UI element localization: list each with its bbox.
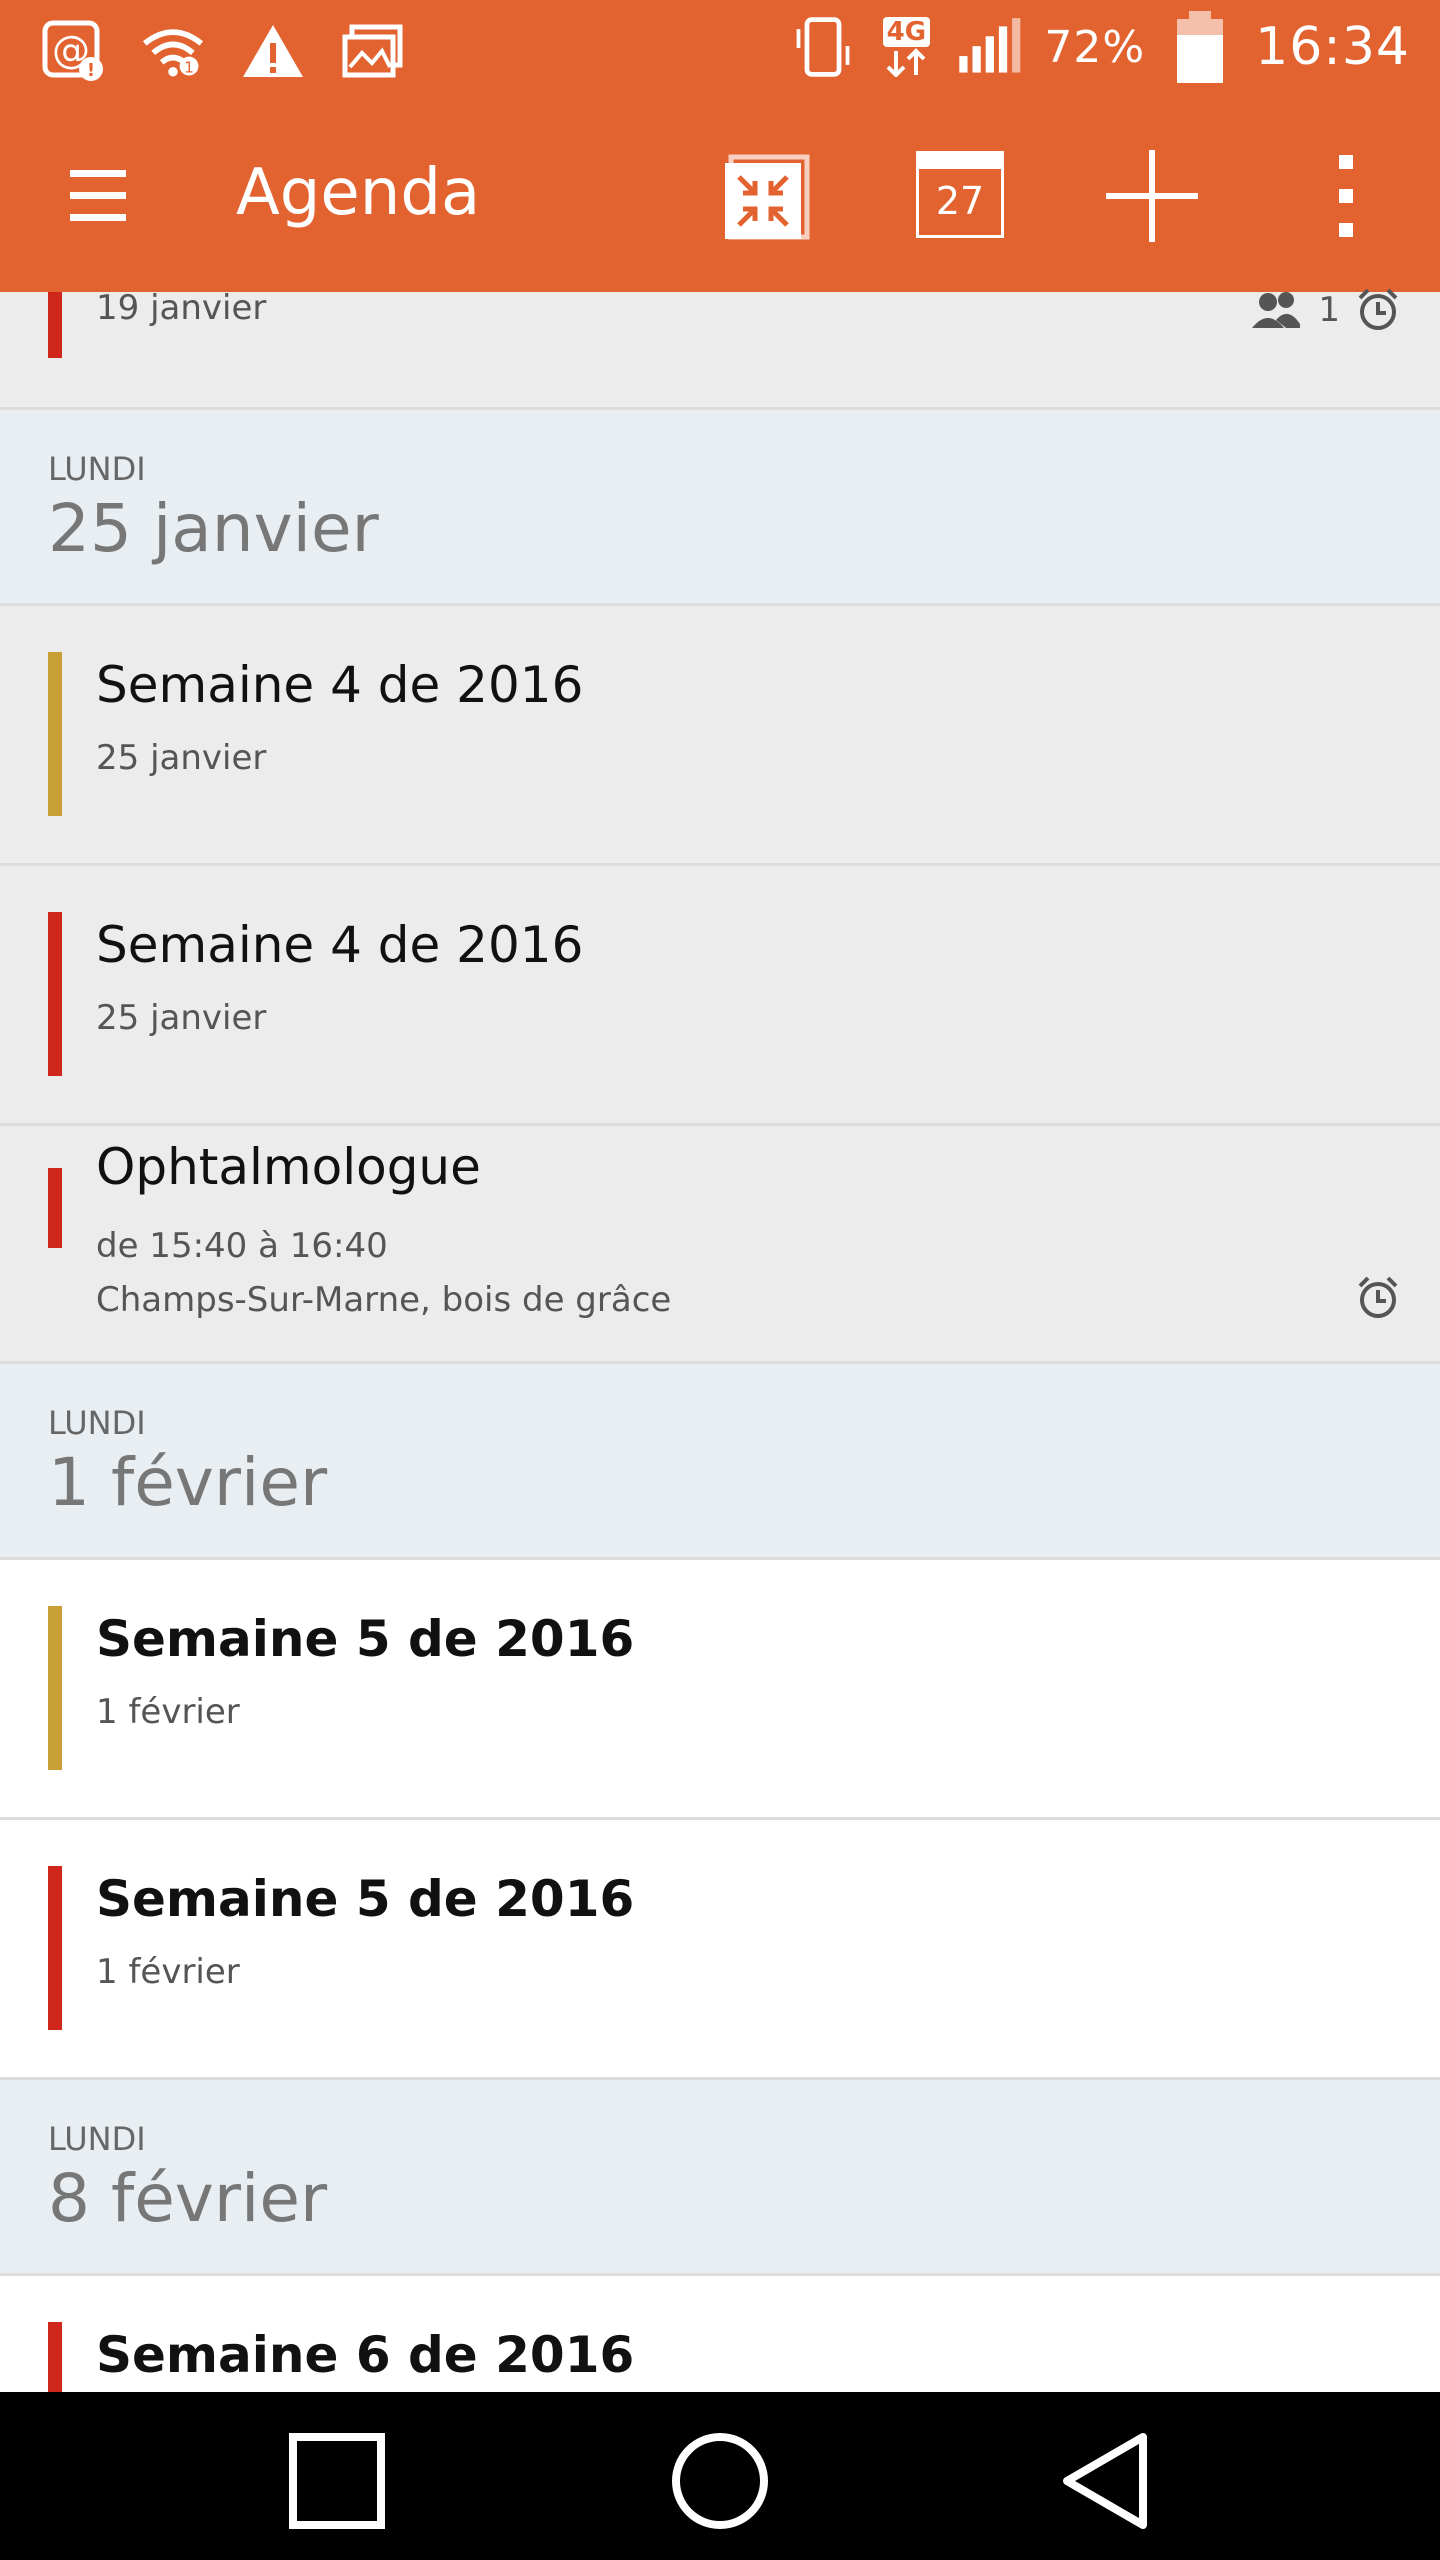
list-item[interactable]: Semaine 4 de 2016 25 janvier — [0, 606, 1440, 866]
event-title: Semaine 4 de 2016 — [96, 916, 584, 974]
plus-icon — [1106, 150, 1198, 242]
alarm-icon — [1358, 288, 1398, 330]
collapse-button[interactable] — [716, 146, 816, 246]
clock: 16:34 — [1255, 17, 1410, 77]
date-header: LUNDI 1 février — [0, 1364, 1440, 1560]
list-item[interactable]: Semaine 5 de 2016 1 février — [0, 1820, 1440, 2080]
event-location: Champs-Sur-Marne, bois de grâce — [96, 1280, 672, 1320]
system-nav-bar — [0, 2392, 1440, 2560]
app-toolbar: Agenda 27 — [0, 104, 1440, 292]
day-of-week: LUNDI — [48, 1404, 146, 1442]
alarm-icon — [1358, 1276, 1398, 1318]
date-header: LUNDI 8 février — [0, 2080, 1440, 2276]
event-date: 19 janvier — [96, 288, 267, 328]
date-label: 8 février — [48, 2160, 328, 2237]
attendee-count: 1 — [1318, 290, 1340, 330]
event-title: Semaine 4 de 2016 — [96, 656, 584, 714]
status-bar: @! 1 4G 72% 16:34 — [0, 0, 1440, 104]
home-button[interactable] — [665, 2426, 775, 2536]
collapse-icon — [725, 154, 810, 240]
battery-icon — [1167, 11, 1233, 83]
calendar-icon: 27 — [916, 151, 1004, 241]
menu-button[interactable] — [60, 156, 140, 236]
signal-icon — [956, 14, 1022, 80]
network-type-label: 4G — [882, 17, 931, 47]
event-color-bar — [48, 292, 62, 358]
recents-button[interactable] — [282, 2426, 392, 2536]
wifi-icon: 1 — [140, 18, 206, 84]
day-of-week: LUNDI — [48, 2120, 146, 2158]
svg-text:1: 1 — [184, 59, 194, 77]
event-title: Semaine 5 de 2016 — [96, 1870, 635, 1928]
today-button[interactable]: 27 — [910, 146, 1010, 246]
date-header: LUNDI 25 janvier — [0, 410, 1440, 606]
back-button[interactable] — [1050, 2426, 1160, 2536]
warning-icon — [240, 18, 306, 84]
date-label: 1 février — [48, 1444, 328, 1521]
list-item[interactable]: Ophtalmologue de 15:40 à 16:40 Champs-Su… — [0, 1126, 1440, 1364]
event-subtitle: 25 janvier — [96, 998, 267, 1038]
back-triangle-icon — [1063, 2433, 1147, 2529]
event-color-bar — [48, 2322, 62, 2402]
square-icon — [289, 2433, 385, 2529]
event-title: Semaine 6 de 2016 — [96, 2326, 635, 2384]
event-color-bar — [48, 912, 62, 1076]
calendar-day-number: 27 — [935, 179, 985, 223]
agenda-list: 19 janvier 1 LUNDI 25 janvier Semaine 4 … — [0, 288, 1440, 2402]
at-alert-icon: @! — [40, 18, 106, 84]
battery-percent: 72% — [1044, 21, 1146, 73]
event-color-bar — [48, 1866, 62, 2030]
event-color-bar — [48, 652, 62, 816]
overflow-menu-button[interactable] — [1296, 146, 1396, 246]
event-color-bar — [48, 1606, 62, 1770]
event-subtitle: 1 février — [96, 1952, 240, 1992]
event-color-bar — [48, 1168, 62, 1248]
event-title: Ophtalmologue — [96, 1138, 481, 1196]
circle-icon — [672, 2433, 768, 2529]
gallery-icon — [340, 18, 406, 84]
list-item[interactable]: Semaine 6 de 2016 — [0, 2276, 1440, 2402]
event-time: de 15:40 à 16:40 — [96, 1226, 388, 1266]
hamburger-icon — [70, 170, 126, 221]
day-of-week: LUNDI — [48, 450, 146, 488]
list-item[interactable]: Semaine 4 de 2016 25 janvier — [0, 866, 1440, 1126]
more-vert-icon — [1339, 155, 1353, 237]
event-title: Semaine 5 de 2016 — [96, 1610, 635, 1668]
event-subtitle: 1 février — [96, 1692, 240, 1732]
event-subtitle: 25 janvier — [96, 738, 267, 778]
svg-text:!: ! — [87, 60, 95, 81]
page-title: Agenda — [236, 156, 481, 230]
data-arrows-icon: 4G — [878, 14, 934, 80]
vibrate-icon — [790, 14, 856, 80]
attendees-icon — [1252, 292, 1301, 328]
date-label: 25 janvier — [48, 490, 379, 567]
add-event-button[interactable] — [1102, 146, 1202, 246]
list-item[interactable]: Semaine 5 de 2016 1 février — [0, 1560, 1440, 1820]
list-item[interactable]: 19 janvier 1 — [0, 288, 1440, 410]
